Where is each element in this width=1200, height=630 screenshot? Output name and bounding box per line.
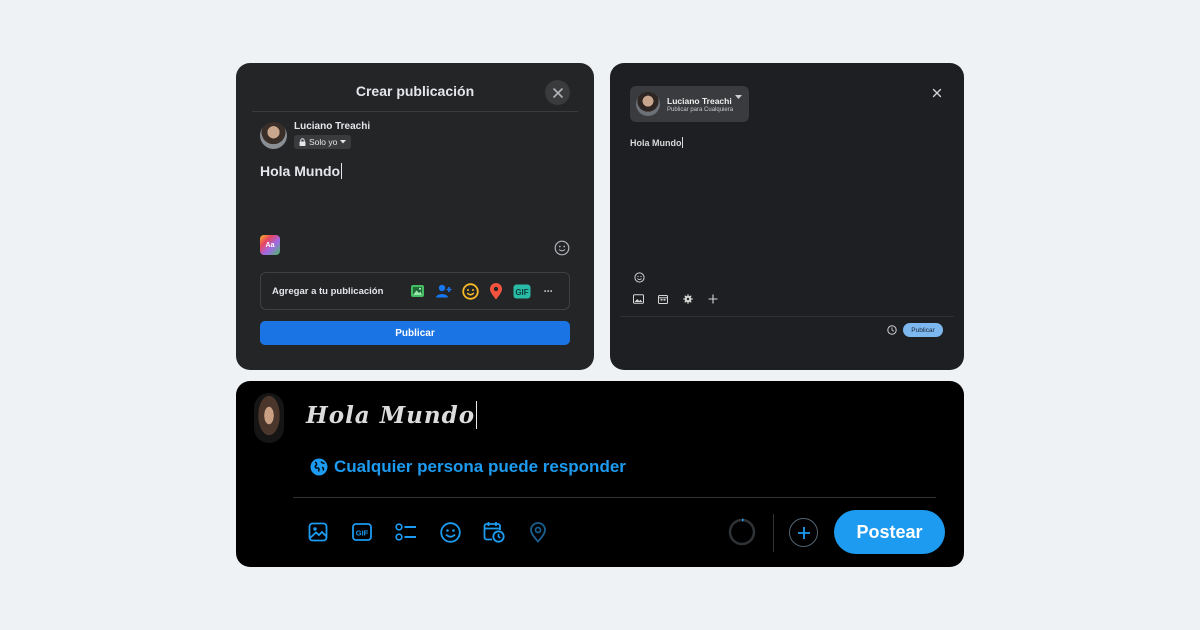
add-post-button[interactable] (789, 518, 818, 547)
privacy-label: Solo yo (309, 137, 338, 147)
emoji-icon[interactable] (634, 272, 645, 283)
emoji-button[interactable] (439, 521, 461, 543)
x-compose-post: Hola Mundo Cualquier persona puede respo… (236, 381, 964, 567)
plus-icon (708, 294, 718, 304)
footer-divider (620, 316, 954, 317)
schedule-icon (483, 522, 505, 543)
dialog-title: Crear publicación (355, 83, 475, 99)
settings-button[interactable] (682, 293, 694, 305)
publish-button[interactable]: Publicar (260, 321, 570, 345)
post-text: Hola Mundo (630, 138, 682, 148)
smiley-icon (554, 240, 570, 256)
publish-button[interactable]: Publicar (903, 323, 943, 337)
reply-settings-button[interactable]: Cualquier persona puede responder (310, 457, 626, 477)
toolbar-separator (773, 514, 774, 552)
settings-icon (683, 294, 693, 304)
schedule-button[interactable] (483, 521, 505, 543)
text-cursor (341, 163, 343, 179)
gif-icon: GIF (513, 284, 531, 298)
user-name: Luciano Treachi (667, 96, 732, 106)
text-cursor (476, 401, 478, 429)
text-style-label: Aa (265, 241, 275, 249)
add-to-post-bar: Agregar a tu publicación GIF ··· (260, 272, 570, 310)
emoji-icon (439, 521, 461, 543)
gif-label: GIF (356, 529, 369, 538)
caret-down-icon (340, 140, 347, 144)
avatar (260, 122, 287, 149)
avatar (636, 92, 660, 116)
character-count-ring (728, 518, 756, 546)
compose-toolbar (632, 293, 719, 305)
threads-compose-dialog: Luciano Treachi Publicar para Cualquiera… (610, 63, 964, 370)
compose-toolbar: GIF (307, 521, 549, 543)
gif-label: GIF (515, 288, 528, 297)
tag-people-button[interactable] (435, 281, 453, 301)
location-button[interactable] (527, 521, 549, 543)
gif-button[interactable]: GIF (513, 281, 531, 301)
photo-icon (411, 285, 424, 297)
calendar-icon (658, 295, 668, 304)
clock-icon[interactable] (887, 325, 897, 335)
feeling-icon (461, 282, 479, 300)
emoji-button[interactable] (554, 240, 570, 261)
feeling-button[interactable] (461, 281, 479, 301)
location-icon (530, 521, 546, 543)
globe-icon (310, 458, 328, 476)
audience-label: Publicar para Cualquiera (667, 107, 734, 113)
avatar (254, 393, 284, 443)
gif-button[interactable]: GIF (351, 521, 373, 543)
add-to-post-icons: GIF ··· (409, 281, 557, 301)
caret-down-icon (735, 95, 742, 99)
lock-icon (299, 138, 306, 146)
header-divider (252, 111, 578, 112)
text-cursor (681, 137, 683, 148)
poll-icon (395, 523, 416, 541)
post-text-input[interactable]: Hola Mundo (630, 137, 683, 148)
image-icon (632, 294, 644, 304)
more-icon: ··· (543, 284, 554, 298)
media-button[interactable] (307, 521, 329, 543)
text-style-button[interactable]: Aa (260, 235, 280, 255)
close-icon (552, 87, 563, 98)
calendar-button[interactable] (657, 293, 669, 305)
add-to-post-label: Agregar a tu publicación (272, 286, 384, 297)
compose-divider (293, 497, 936, 498)
account-audience-selector[interactable]: Luciano Treachi Publicar para Cualquiera (630, 86, 749, 122)
image-icon (308, 522, 328, 542)
photo-video-button[interactable] (409, 281, 427, 301)
location-button[interactable] (487, 281, 505, 301)
post-text-input[interactable]: Hola Mundo (260, 163, 343, 179)
post-button[interactable]: Postear (834, 510, 945, 554)
tag-people-icon (436, 284, 452, 298)
privacy-selector[interactable]: Solo yo (294, 135, 352, 149)
plus-icon (797, 526, 810, 539)
post-text: Hola Mundo (260, 163, 341, 179)
more-options-button[interactable]: ··· (539, 281, 557, 301)
post-text-input[interactable]: Hola Mundo (306, 401, 478, 429)
location-icon (490, 282, 502, 299)
add-button[interactable] (707, 293, 719, 305)
close-button[interactable] (545, 80, 570, 105)
image-button[interactable] (632, 293, 644, 305)
poll-button[interactable] (395, 521, 417, 543)
gif-icon: GIF (352, 523, 372, 541)
post-text: Hola Mundo (306, 402, 476, 429)
reply-setting-label: Cualquier persona puede responder (334, 457, 626, 476)
user-name: Luciano Treachi (294, 121, 371, 132)
facebook-create-post-dialog: Crear publicación Luciano Treachi Solo y… (236, 63, 594, 370)
close-icon[interactable] (932, 88, 942, 98)
